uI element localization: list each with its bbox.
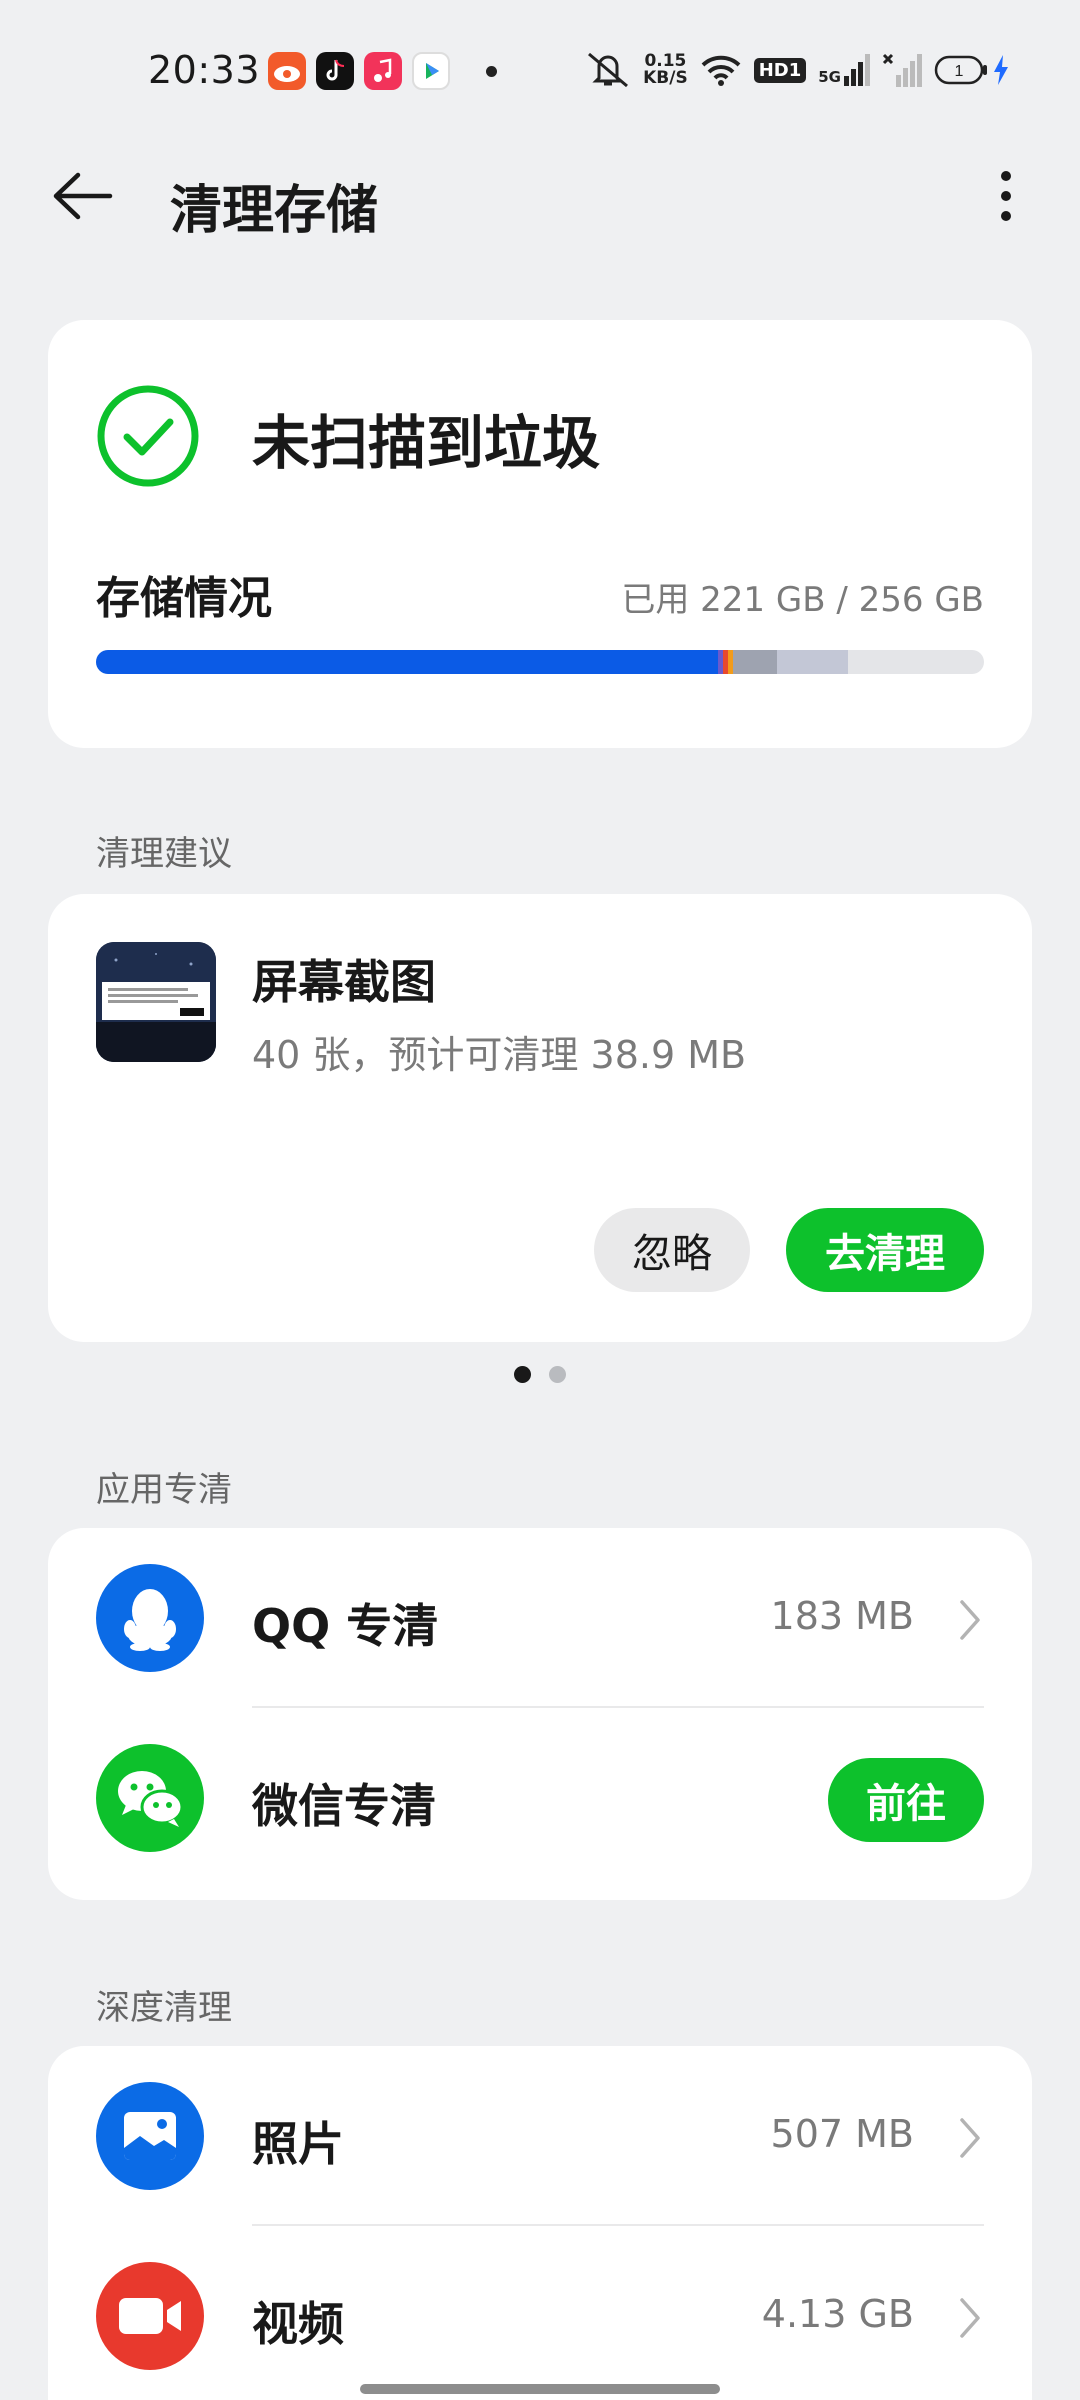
chevron-right-icon	[960, 1600, 980, 1640]
hd-badge: HD1	[753, 57, 807, 83]
more-dot	[1001, 211, 1011, 221]
storage-segment	[777, 650, 849, 674]
more-options-button[interactable]	[984, 162, 1028, 230]
signal-no-sim-icon	[882, 53, 922, 87]
videos-label: 视频	[252, 2297, 344, 2351]
suggestion-title: 屏幕截图	[252, 955, 436, 1009]
wechat-go-button[interactable]: 前往	[828, 1758, 984, 1842]
svg-text:1: 1	[955, 63, 964, 80]
storage-segment	[96, 650, 718, 674]
wechat-icon	[96, 1744, 204, 1852]
check-circle-icon	[97, 385, 199, 487]
status-bar: 20:33 0.15 KB/S HD1 5G 1	[0, 0, 1080, 140]
storage-label: 存储情况	[96, 573, 272, 624]
section-title-deep-clean: 深度清理	[96, 1988, 232, 2028]
photos-size: 507 MB	[770, 2112, 914, 2156]
battery-icon: 1	[934, 54, 1010, 86]
app-bar: 清理存储	[0, 140, 1080, 250]
qq-clean-label: QQ 专清	[252, 1599, 439, 1653]
charging-icon	[994, 55, 1008, 85]
storage-usage-bar	[96, 650, 984, 674]
storage-segment	[732, 650, 778, 674]
photos-label: 照片	[252, 2117, 344, 2171]
videos-row[interactable]: 视频 4.13 GB	[48, 2226, 1032, 2400]
section-title-app-clean: 应用专清	[96, 1470, 232, 1510]
video-notification-icon	[412, 52, 450, 90]
screenshot-thumbnail	[96, 942, 216, 1062]
more-dot	[1001, 171, 1011, 181]
photo-icon	[96, 2082, 204, 2190]
network-speed: 0.15 KB/S	[643, 51, 688, 88]
wifi-icon	[701, 55, 741, 86]
photos-row[interactable]: 照片 507 MB	[48, 2046, 1032, 2226]
wechat-clean-label: 微信专清	[252, 1779, 436, 1833]
chevron-right-icon	[960, 2118, 980, 2158]
mute-icon	[588, 52, 629, 88]
system-icons: 0.15 KB/S HD1 5G 1	[585, 46, 1010, 94]
status-time: 20:33	[148, 48, 261, 92]
more-dot	[1001, 191, 1011, 201]
back-button[interactable]	[46, 164, 118, 228]
scan-status-text: 未扫描到垃圾	[252, 409, 601, 477]
qq-icon	[96, 1564, 204, 1672]
douyin-notification-icon	[316, 52, 354, 90]
qq-clean-size: 183 MB	[770, 1594, 914, 1638]
wechat-clean-row[interactable]: 微信专清 前往	[48, 1708, 1032, 1888]
home-indicator[interactable]	[360, 2384, 720, 2394]
qq-clean-row[interactable]: QQ 专清 183 MB	[48, 1528, 1032, 1708]
arrow-left-icon	[53, 172, 113, 220]
go-clean-button[interactable]: 去清理	[786, 1208, 984, 1292]
deep-clean-card: 照片 507 MB 视频 4.13 GB	[48, 2046, 1032, 2400]
ignore-button[interactable]: 忽略	[594, 1208, 750, 1292]
chevron-right-icon	[960, 2298, 980, 2338]
signal-5g-icon: 5G	[818, 54, 870, 86]
video-icon	[96, 2262, 204, 2370]
notification-icons	[268, 50, 497, 92]
app-clean-card: QQ 专清 183 MB 微信专清 前往	[48, 1528, 1032, 1900]
suggestion-card: 屏幕截图 40 张，预计可清理 38.9 MB 忽略 去清理	[48, 894, 1032, 1342]
more-notifications-dot	[486, 65, 497, 77]
section-title-suggestions: 清理建议	[96, 834, 232, 874]
scan-status-card: 未扫描到垃圾 存储情况 已用 221 GB / 256 GB	[48, 320, 1032, 748]
music-notification-icon	[364, 52, 402, 90]
videos-size: 4.13 GB	[761, 2292, 914, 2336]
suggestion-subtitle: 40 张，预计可清理 38.9 MB	[252, 1033, 747, 1077]
page-title: 清理存储	[170, 181, 379, 241]
page-dot	[514, 1366, 531, 1383]
taobao-notification-icon	[268, 52, 306, 90]
storage-usage: 已用 221 GB / 256 GB	[621, 580, 984, 620]
page-dot	[549, 1366, 566, 1383]
page-indicator	[0, 1366, 1080, 1383]
